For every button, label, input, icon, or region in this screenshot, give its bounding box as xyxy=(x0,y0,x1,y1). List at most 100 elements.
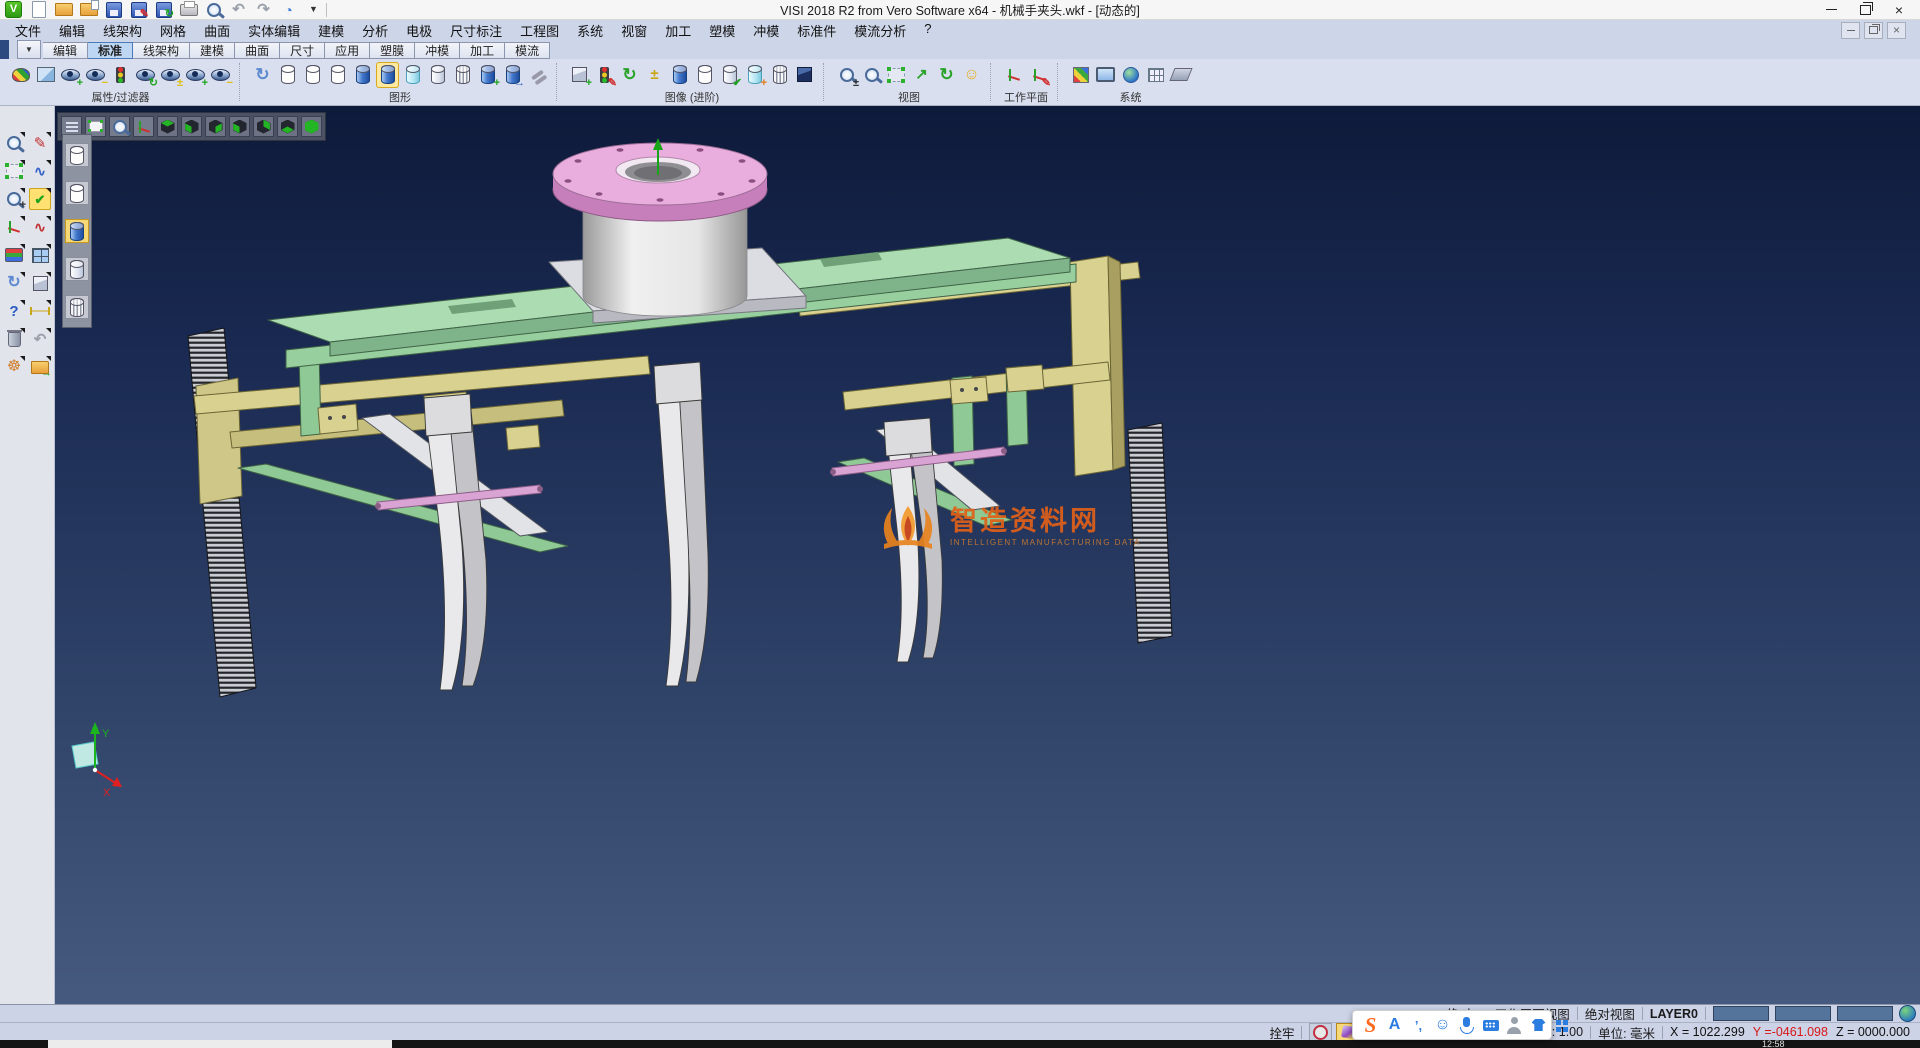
layer-color-swatch-2[interactable] xyxy=(1775,1006,1831,1021)
snap-record-icon[interactable] xyxy=(1309,1023,1332,1042)
edit-workplane-icon[interactable]: ✎ xyxy=(1027,62,1050,88)
toolbar-tab[interactable]: 模流 xyxy=(505,42,550,59)
visi-logo[interactable]: V xyxy=(4,0,23,19)
viewport-axis-icon[interactable] xyxy=(133,116,154,137)
pan-view-icon[interactable]: ↗ xyxy=(910,62,933,88)
menu-item[interactable]: 分析 xyxy=(353,20,397,41)
delete-icon[interactable] xyxy=(3,328,25,350)
lock-label[interactable]: 拴牢 xyxy=(1269,1023,1294,1042)
new-file-icon[interactable] xyxy=(29,0,48,19)
hide-entities-icon[interactable]: − xyxy=(84,62,107,88)
edit-image-filter-icon[interactable]: ✎ xyxy=(593,62,616,88)
import-file-icon[interactable] xyxy=(79,0,98,19)
workplane-icon[interactable] xyxy=(1002,62,1025,88)
menu-item[interactable]: 加工 xyxy=(656,20,700,41)
add-wire-image-icon[interactable]: + xyxy=(568,62,591,88)
show-all-icon[interactable]: + xyxy=(184,62,207,88)
display-shaded-icon[interactable] xyxy=(65,219,89,243)
refresh-visibility-icon[interactable]: ↻ xyxy=(134,62,157,88)
shaded-mode-icon[interactable] xyxy=(351,62,374,88)
menu-item[interactable]: ? xyxy=(915,20,940,41)
hide-all-icon[interactable]: − xyxy=(209,62,232,88)
menu-item[interactable]: 实体编辑 xyxy=(239,20,309,41)
toolbar-options-icon[interactable]: ▼ xyxy=(304,0,323,19)
units-label[interactable]: 单位: 毫米 xyxy=(1598,1023,1655,1042)
measure-icon[interactable] xyxy=(29,300,51,322)
view-back-cube[interactable] xyxy=(253,116,274,137)
view-iso-cube[interactable] xyxy=(301,116,322,137)
tab-dropdown-button[interactable]: ▼ xyxy=(17,40,41,59)
toolbar-tab[interactable]: 线架构 xyxy=(133,42,190,59)
confirm-icon[interactable]: ✔ xyxy=(29,188,51,210)
print-icon[interactable] xyxy=(179,0,198,19)
wireframe-mode-icon[interactable] xyxy=(276,62,299,88)
3d-model-canvas[interactable]: Y X xyxy=(55,106,1920,1004)
navigation-wheel-icon[interactable]: ☸ xyxy=(3,356,25,378)
toggle-image-icon[interactable]: ± xyxy=(643,62,666,88)
open-file-icon[interactable] xyxy=(54,0,73,19)
ime-skin-icon[interactable] xyxy=(1530,1014,1547,1036)
mesh-image-icon[interactable] xyxy=(768,62,791,88)
toggle-visibility-icon[interactable]: ± xyxy=(159,62,182,88)
menu-item[interactable]: 文件 xyxy=(6,20,50,41)
solid-cube-icon[interactable] xyxy=(29,272,51,294)
zoom-in-out-icon[interactable]: ± xyxy=(835,62,858,88)
shaded-edges-mode-icon[interactable] xyxy=(376,62,399,88)
save-all-icon[interactable]: ↻ xyxy=(154,0,173,19)
display-mesh-icon[interactable] xyxy=(65,295,89,319)
zoom-solid-icon[interactable]: + xyxy=(3,188,25,210)
ime-mic-icon[interactable] xyxy=(1458,1014,1475,1036)
ime-toolbox-icon[interactable] xyxy=(1554,1014,1571,1036)
zoom-dynamic-icon[interactable] xyxy=(3,132,25,154)
undo-icon[interactable]: ↶ xyxy=(229,0,248,19)
mdi-minimize-button[interactable] xyxy=(1841,22,1860,39)
zoom-window-icon[interactable] xyxy=(885,62,908,88)
show-entities-icon[interactable]: + xyxy=(59,62,82,88)
transparent-mode-icon[interactable] xyxy=(401,62,424,88)
menu-item[interactable]: 标准件 xyxy=(788,20,845,41)
mesh-mode-icon[interactable] xyxy=(451,62,474,88)
undo-icon[interactable]: ↶ xyxy=(29,328,51,350)
transparent-image-icon[interactable]: + xyxy=(743,62,766,88)
view-front-cube[interactable] xyxy=(181,116,202,137)
restore-button[interactable] xyxy=(1848,0,1882,19)
display-hidden-line-icon[interactable] xyxy=(65,181,89,205)
refresh-view-icon[interactable]: ↻ xyxy=(935,62,958,88)
display-wireframe-icon[interactable] xyxy=(65,143,89,167)
save-icon[interactable] xyxy=(104,0,123,19)
graphics-settings-icon[interactable] xyxy=(526,62,549,88)
solid-cube-image-icon[interactable] xyxy=(793,62,816,88)
save-as-icon[interactable]: ✎ xyxy=(129,0,148,19)
window-panes-icon[interactable] xyxy=(29,244,51,266)
menu-item[interactable]: 线架构 xyxy=(94,20,151,41)
display-flat-icon[interactable] xyxy=(65,257,89,281)
mdi-restore-button[interactable] xyxy=(1864,22,1883,39)
ime-keyboard-icon[interactable] xyxy=(1482,1014,1499,1036)
toolbar-tab[interactable]: 加工 xyxy=(460,42,505,59)
ime-mode-icon[interactable]: A xyxy=(1386,1014,1403,1036)
flat-shaded-mode-icon[interactable] xyxy=(426,62,449,88)
image-preview-icon[interactable] xyxy=(34,62,57,88)
toolbar-tab[interactable]: 应用 xyxy=(325,42,370,59)
toolbar-tab[interactable]: 标准 xyxy=(88,42,133,59)
minimize-button[interactable] xyxy=(1814,0,1848,19)
redo-icon[interactable]: ↷ xyxy=(254,0,273,19)
menu-item[interactable]: 网格 xyxy=(151,20,195,41)
attributes-paint-icon[interactable] xyxy=(3,244,25,266)
active-layer-label[interactable]: LAYER0 xyxy=(1650,1007,1698,1021)
select-window-icon[interactable] xyxy=(3,160,25,182)
menu-item[interactable]: 曲面 xyxy=(195,20,239,41)
view-top-cube[interactable] xyxy=(157,116,178,137)
ime-punctuation-icon[interactable]: ’, xyxy=(1410,1014,1427,1036)
ime-account-icon[interactable] xyxy=(1506,1014,1523,1036)
toolbar-tab[interactable]: 编辑 xyxy=(43,42,88,59)
view-left-cube[interactable] xyxy=(229,116,250,137)
toolbar-tab[interactable]: 曲面 xyxy=(235,42,280,59)
color-settings-icon[interactable] xyxy=(1069,62,1092,88)
close-button[interactable]: × xyxy=(1882,0,1916,19)
validate-image-icon[interactable]: ✔ xyxy=(718,62,741,88)
menu-item[interactable]: 塑模 xyxy=(700,20,744,41)
grid-settings-icon[interactable] xyxy=(1144,62,1167,88)
viewport-zoom-icon[interactable] xyxy=(109,116,130,137)
menu-item[interactable]: 电极 xyxy=(397,20,441,41)
